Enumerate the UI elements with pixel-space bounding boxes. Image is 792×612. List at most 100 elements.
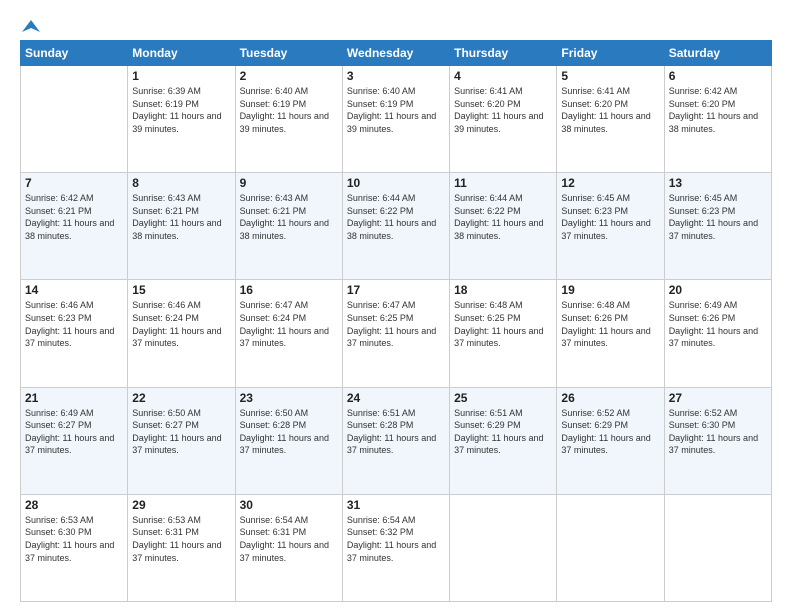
day-number: 24 (347, 391, 445, 405)
day-number: 21 (25, 391, 123, 405)
day-number: 10 (347, 176, 445, 190)
logo-bird-icon (22, 18, 40, 36)
day-cell: 20 Sunrise: 6:49 AM Sunset: 6:26 PM Dayli… (664, 280, 771, 387)
day-number: 17 (347, 283, 445, 297)
day-cell: 3 Sunrise: 6:40 AM Sunset: 6:19 PM Daylig… (342, 66, 449, 173)
day-number: 20 (669, 283, 767, 297)
day-cell: 9Sunrise: 6:43 AM Sunset: 6:21 PM Daylig… (235, 173, 342, 280)
day-cell (450, 494, 557, 601)
day-number: 23 (240, 391, 338, 405)
day-info: Sunrise: 6:53 AM Sunset: 6:30 PM Dayligh… (25, 514, 123, 564)
day-info: Sunrise: 6:48 AM Sunset: 6:25 PM Dayligh… (454, 299, 552, 349)
header-saturday: Saturday (664, 41, 771, 66)
day-info: Sunrise: 6:42 AM Sunset: 6:21 PM Dayligh… (25, 192, 123, 242)
day-cell: 1Sunrise: 6:39 AM Sunset: 6:19 PM Daylig… (128, 66, 235, 173)
day-cell (664, 494, 771, 601)
day-cell: 16 Sunrise: 6:47 AM Sunset: 6:24 PM Dayli… (235, 280, 342, 387)
day-info: Sunrise: 6:51 AM Sunset: 6:29 PM Dayligh… (454, 407, 552, 457)
day-info: Sunrise: 6:53 AM Sunset: 6:31 PM Dayligh… (132, 514, 230, 564)
day-info: Sunrise: 6:54 AM Sunset: 6:32 PM Dayligh… (347, 514, 445, 564)
day-cell (21, 66, 128, 173)
day-cell: 26 Sunrise: 6:52 AM Sunset: 6:29 PM Dayli… (557, 387, 664, 494)
week-row-4: 28 Sunrise: 6:53 AM Sunset: 6:30 PM Dayli… (21, 494, 772, 601)
day-cell: 29 Sunrise: 6:53 AM Sunset: 6:31 PM Dayli… (128, 494, 235, 601)
day-info: Sunrise: 6:47 AM Sunset: 6:24 PM Dayligh… (240, 299, 338, 349)
header-sunday: Sunday (21, 41, 128, 66)
day-info: Sunrise: 6:45 AM Sunset: 6:23 PM Dayligh… (669, 192, 767, 242)
day-cell: 11 Sunrise: 6:44 AM Sunset: 6:22 PM Dayli… (450, 173, 557, 280)
day-info: Sunrise: 6:49 AM Sunset: 6:26 PM Dayligh… (669, 299, 767, 349)
calendar-table: SundayMondayTuesdayWednesdayThursdayFrid… (20, 40, 772, 602)
week-row-3: 21 Sunrise: 6:49 AM Sunset: 6:27 PM Dayli… (21, 387, 772, 494)
day-info: Sunrise: 6:42 AM Sunset: 6:20 PM Dayligh… (669, 85, 767, 135)
header (20, 18, 772, 32)
header-monday: Monday (128, 41, 235, 66)
day-number: 11 (454, 176, 552, 190)
day-number: 16 (240, 283, 338, 297)
day-number: 25 (454, 391, 552, 405)
day-cell: 2 Sunrise: 6:40 AM Sunset: 6:19 PM Daylig… (235, 66, 342, 173)
day-cell: 6 Sunrise: 6:42 AM Sunset: 6:20 PM Daylig… (664, 66, 771, 173)
day-number: 28 (25, 498, 123, 512)
header-row: SundayMondayTuesdayWednesdayThursdayFrid… (21, 41, 772, 66)
day-info: Sunrise: 6:50 AM Sunset: 6:27 PM Dayligh… (132, 407, 230, 457)
day-cell: 27Sunrise: 6:52 AM Sunset: 6:30 PM Dayli… (664, 387, 771, 494)
day-cell: 13 Sunrise: 6:45 AM Sunset: 6:23 PM Dayli… (664, 173, 771, 280)
day-number: 6 (669, 69, 767, 83)
day-info: Sunrise: 6:44 AM Sunset: 6:22 PM Dayligh… (347, 192, 445, 242)
day-cell: 24 Sunrise: 6:51 AM Sunset: 6:28 PM Dayli… (342, 387, 449, 494)
day-number: 8 (132, 176, 230, 190)
day-number: 2 (240, 69, 338, 83)
day-number: 26 (561, 391, 659, 405)
day-info: Sunrise: 6:41 AM Sunset: 6:20 PM Dayligh… (454, 85, 552, 135)
day-number: 3 (347, 69, 445, 83)
day-cell: 12 Sunrise: 6:45 AM Sunset: 6:23 PM Dayli… (557, 173, 664, 280)
day-info: Sunrise: 6:52 AM Sunset: 6:30 PM Dayligh… (669, 407, 767, 457)
day-cell: 5Sunrise: 6:41 AM Sunset: 6:20 PM Daylig… (557, 66, 664, 173)
day-number: 7 (25, 176, 123, 190)
day-number: 18 (454, 283, 552, 297)
day-info: Sunrise: 6:40 AM Sunset: 6:19 PM Dayligh… (240, 85, 338, 135)
day-cell: 30 Sunrise: 6:54 AM Sunset: 6:31 PM Dayli… (235, 494, 342, 601)
day-info: Sunrise: 6:39 AM Sunset: 6:19 PM Dayligh… (132, 85, 230, 135)
day-cell: 8 Sunrise: 6:43 AM Sunset: 6:21 PM Daylig… (128, 173, 235, 280)
day-cell: 17Sunrise: 6:47 AM Sunset: 6:25 PM Dayli… (342, 280, 449, 387)
day-cell: 23 Sunrise: 6:50 AM Sunset: 6:28 PM Dayli… (235, 387, 342, 494)
day-info: Sunrise: 6:49 AM Sunset: 6:27 PM Dayligh… (25, 407, 123, 457)
week-row-0: 1Sunrise: 6:39 AM Sunset: 6:19 PM Daylig… (21, 66, 772, 173)
day-cell: 15 Sunrise: 6:46 AM Sunset: 6:24 PM Dayli… (128, 280, 235, 387)
day-cell: 28 Sunrise: 6:53 AM Sunset: 6:30 PM Dayli… (21, 494, 128, 601)
day-info: Sunrise: 6:46 AM Sunset: 6:23 PM Dayligh… (25, 299, 123, 349)
day-number: 4 (454, 69, 552, 83)
day-info: Sunrise: 6:41 AM Sunset: 6:20 PM Dayligh… (561, 85, 659, 135)
day-info: Sunrise: 6:54 AM Sunset: 6:31 PM Dayligh… (240, 514, 338, 564)
day-number: 30 (240, 498, 338, 512)
day-info: Sunrise: 6:45 AM Sunset: 6:23 PM Dayligh… (561, 192, 659, 242)
day-number: 14 (25, 283, 123, 297)
day-number: 13 (669, 176, 767, 190)
header-wednesday: Wednesday (342, 41, 449, 66)
day-number: 15 (132, 283, 230, 297)
day-info: Sunrise: 6:51 AM Sunset: 6:28 PM Dayligh… (347, 407, 445, 457)
day-cell: 21 Sunrise: 6:49 AM Sunset: 6:27 PM Dayli… (21, 387, 128, 494)
header-friday: Friday (557, 41, 664, 66)
day-info: Sunrise: 6:44 AM Sunset: 6:22 PM Dayligh… (454, 192, 552, 242)
day-cell: 18 Sunrise: 6:48 AM Sunset: 6:25 PM Dayli… (450, 280, 557, 387)
week-row-2: 14 Sunrise: 6:46 AM Sunset: 6:23 PM Dayli… (21, 280, 772, 387)
day-cell: 19Sunrise: 6:48 AM Sunset: 6:26 PM Dayli… (557, 280, 664, 387)
header-thursday: Thursday (450, 41, 557, 66)
day-cell: 7 Sunrise: 6:42 AM Sunset: 6:21 PM Daylig… (21, 173, 128, 280)
day-number: 12 (561, 176, 659, 190)
day-info: Sunrise: 6:43 AM Sunset: 6:21 PM Dayligh… (132, 192, 230, 242)
day-cell (557, 494, 664, 601)
day-number: 29 (132, 498, 230, 512)
day-info: Sunrise: 6:52 AM Sunset: 6:29 PM Dayligh… (561, 407, 659, 457)
day-info: Sunrise: 6:40 AM Sunset: 6:19 PM Dayligh… (347, 85, 445, 135)
day-info: Sunrise: 6:46 AM Sunset: 6:24 PM Dayligh… (132, 299, 230, 349)
day-info: Sunrise: 6:50 AM Sunset: 6:28 PM Dayligh… (240, 407, 338, 457)
day-info: Sunrise: 6:48 AM Sunset: 6:26 PM Dayligh… (561, 299, 659, 349)
week-row-1: 7 Sunrise: 6:42 AM Sunset: 6:21 PM Daylig… (21, 173, 772, 280)
day-cell: 22Sunrise: 6:50 AM Sunset: 6:27 PM Dayli… (128, 387, 235, 494)
day-cell: 31 Sunrise: 6:54 AM Sunset: 6:32 PM Dayli… (342, 494, 449, 601)
day-number: 31 (347, 498, 445, 512)
